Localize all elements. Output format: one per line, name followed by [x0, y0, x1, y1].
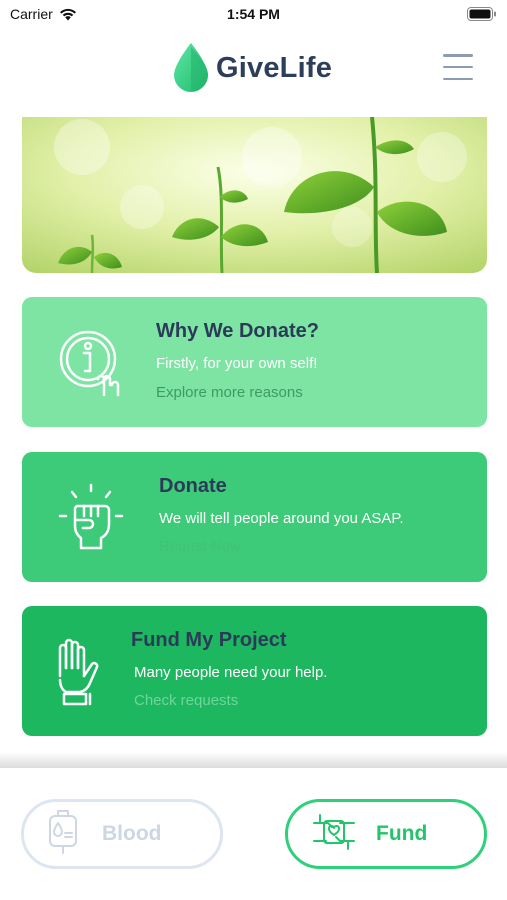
- card-description: Firstly, for your own self!: [156, 355, 318, 372]
- explore-reasons-link[interactable]: Explore more reasons: [156, 384, 303, 401]
- menu-line: [443, 54, 473, 57]
- tab-blood[interactable]: Blood: [21, 799, 223, 869]
- joined-hands-icon: [310, 809, 358, 860]
- check-requests-link[interactable]: Check requests: [134, 692, 238, 709]
- request-now-link[interactable]: Requst Now: [159, 538, 241, 555]
- card-title: Fund My Project: [131, 629, 287, 651]
- app-name: GiveLife: [216, 51, 333, 84]
- donate-card[interactable]: Donate We will tell people around you AS…: [22, 452, 487, 582]
- card-description: We will tell people around you ASAP.: [159, 510, 404, 527]
- menu-line: [443, 77, 473, 80]
- battery-icon: [467, 7, 497, 24]
- info-touch-icon: [58, 329, 124, 402]
- card-title: Why We Donate?: [156, 320, 319, 342]
- tab-fund-label: Fund: [376, 822, 428, 845]
- hero-image: [22, 117, 487, 273]
- blood-bag-icon: [46, 809, 80, 860]
- status-bar: Carrier 1:54 PM: [0, 0, 507, 28]
- status-time: 1:54 PM: [227, 6, 280, 22]
- card-description: Many people need your help.: [134, 664, 328, 681]
- why-we-donate-card[interactable]: Why We Donate? Firstly, for your own sel…: [22, 297, 487, 427]
- tab-blood-label: Blood: [102, 822, 162, 845]
- app-logo: GiveLife: [172, 42, 332, 94]
- card-title: Donate: [159, 475, 227, 497]
- menu-line: [443, 65, 473, 69]
- app-header: GiveLife: [0, 38, 507, 100]
- tab-fund[interactable]: Fund: [285, 799, 487, 869]
- raised-fist-icon: [56, 482, 126, 557]
- fund-my-project-card[interactable]: Fund My Project Many people need your he…: [22, 606, 487, 736]
- raised-hand-icon: [52, 638, 102, 713]
- water-drop-icon: [174, 43, 209, 92]
- bottom-divider: [0, 752, 507, 768]
- hamburger-menu-button[interactable]: [443, 54, 473, 80]
